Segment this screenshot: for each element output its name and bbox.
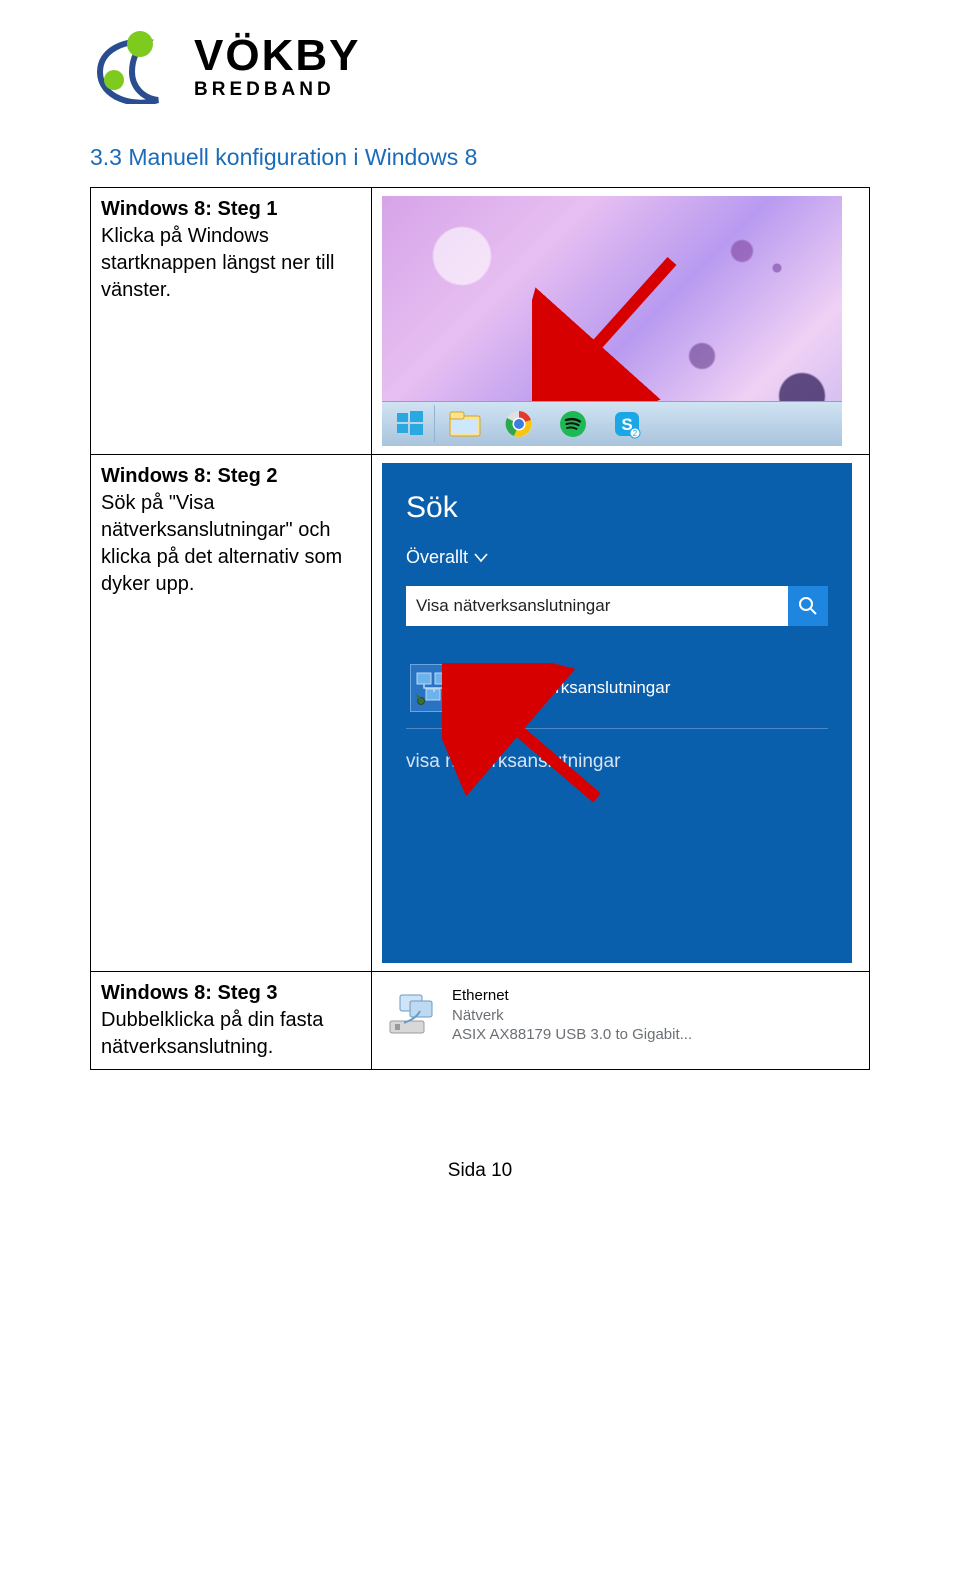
step2-image: Sök Överallt <box>372 455 870 972</box>
file-explorer-icon[interactable] <box>441 405 489 443</box>
search-icon <box>798 596 818 616</box>
windows-logo-icon <box>395 409 425 439</box>
brand-logo: VÖKBY BREDBAND <box>90 28 870 104</box>
search-suggestion[interactable]: visa nätverksanslutningar <box>406 751 828 773</box>
ethernet-icon <box>386 991 440 1039</box>
step1-body: Klicka på Windows startknappen längst ne… <box>101 225 334 301</box>
search-go-button[interactable] <box>788 586 828 626</box>
step3-body: Dubbelklicka på din fasta nätverksanslut… <box>101 1009 323 1058</box>
logo-mark <box>90 28 180 104</box>
search-scope[interactable]: Överallt <box>406 547 828 568</box>
network-connections-icon <box>410 664 458 712</box>
step3-title: Windows 8: Steg 3 <box>101 982 278 1004</box>
ethernet-name: Ethernet <box>452 986 692 1006</box>
start-button[interactable] <box>386 405 435 443</box>
step1-title: Windows 8: Steg 1 <box>101 198 278 220</box>
step1-text: Windows 8: Steg 1 Klicka på Windows star… <box>91 188 372 455</box>
search-heading: Sök <box>406 491 828 525</box>
brand-sub: BREDBAND <box>194 80 360 99</box>
skype-icon[interactable]: S 2 <box>603 405 651 443</box>
ethernet-adapter[interactable]: Ethernet Nätverk ASIX AX88179 USB 3.0 to… <box>382 980 740 1051</box>
chevron-down-icon <box>474 553 488 563</box>
search-input[interactable] <box>406 586 788 626</box>
step3-text: Windows 8: Steg 3 Dubbelklicka på din fa… <box>91 972 372 1070</box>
step3-image: Ethernet Nätverk ASIX AX88179 USB 3.0 to… <box>372 972 870 1070</box>
page-footer: Sida 10 <box>90 1160 870 1182</box>
spotify-icon[interactable] <box>549 405 597 443</box>
search-bar <box>406 586 828 626</box>
step1-image: S 2 <box>372 188 870 455</box>
ethernet-status: Nätverk <box>452 1006 692 1026</box>
search-result[interactable]: Visa nätverksanslutningar <box>406 656 828 729</box>
step2-title: Windows 8: Steg 2 <box>101 465 278 487</box>
taskbar: S 2 <box>382 401 842 446</box>
section-heading: 3.3 Manuell konfiguration i Windows 8 <box>90 144 870 171</box>
step2-body: Sök på "Visa nätverksanslutningar" och k… <box>101 492 342 595</box>
svg-text:2: 2 <box>633 429 638 438</box>
brand-name: VÖKBY <box>194 34 360 78</box>
step2-text: Windows 8: Steg 2 Sök på "Visa nätverksa… <box>91 455 372 972</box>
chrome-icon[interactable] <box>495 405 543 443</box>
search-scope-label: Överallt <box>406 547 468 568</box>
arrow-pointer-icon <box>532 251 702 421</box>
search-result-label: Visa nätverksanslutningar <box>476 678 670 698</box>
ethernet-device: ASIX AX88179 USB 3.0 to Gigabit... <box>452 1025 692 1045</box>
